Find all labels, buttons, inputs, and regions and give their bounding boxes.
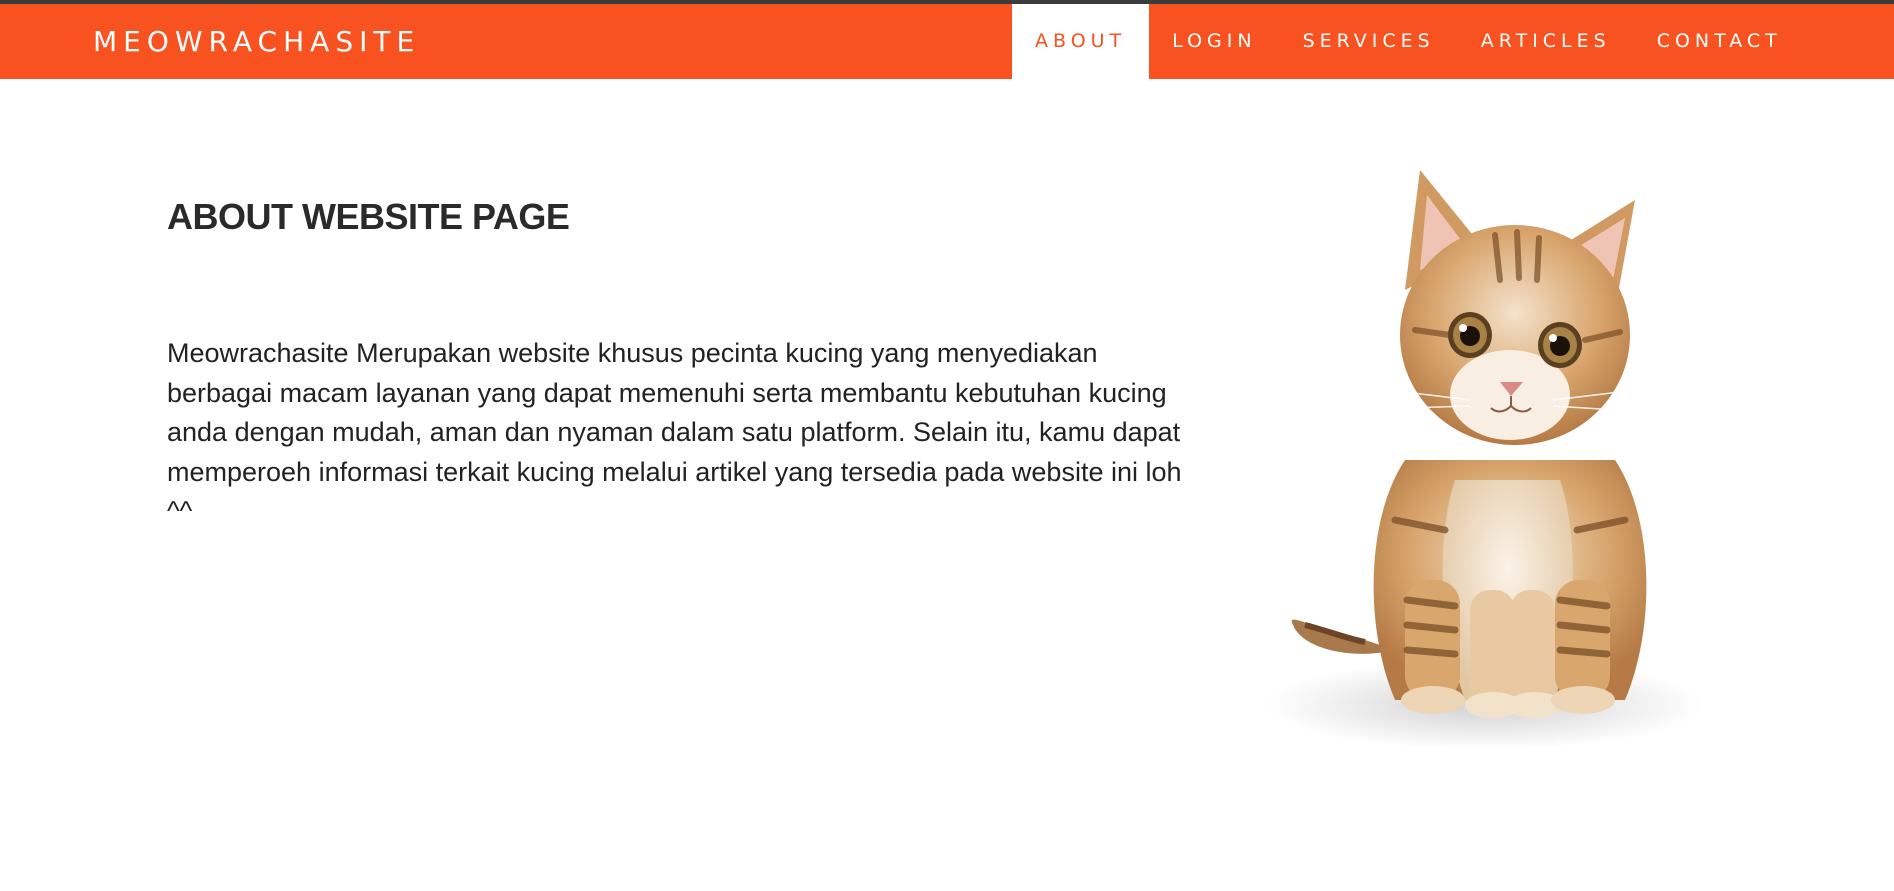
about-section: ABOUT WEBSITE PAGE Meowrachasite Merupak… [167, 196, 1207, 532]
about-paragraph: Meowrachasite Merupakan website khusus p… [167, 338, 1182, 526]
nav-item-services[interactable]: SERVICES [1280, 4, 1458, 79]
kitten-image [1255, 160, 1725, 760]
nav-menu: ABOUT LOGIN SERVICES ARTICLES CONTACT [1012, 4, 1805, 79]
nav-item-contact[interactable]: CONTACT [1634, 4, 1805, 79]
brand-logo[interactable]: MEOWRACHASITE [93, 4, 420, 79]
navbar: MEOWRACHASITE ABOUT LOGIN SERVICES ARTIC… [0, 4, 1894, 79]
page-title: ABOUT WEBSITE PAGE [167, 196, 570, 237]
nav-item-login[interactable]: LOGIN [1149, 4, 1279, 79]
nav-item-about[interactable]: ABOUT [1012, 4, 1150, 79]
nav-item-articles[interactable]: ARTICLES [1458, 4, 1634, 79]
